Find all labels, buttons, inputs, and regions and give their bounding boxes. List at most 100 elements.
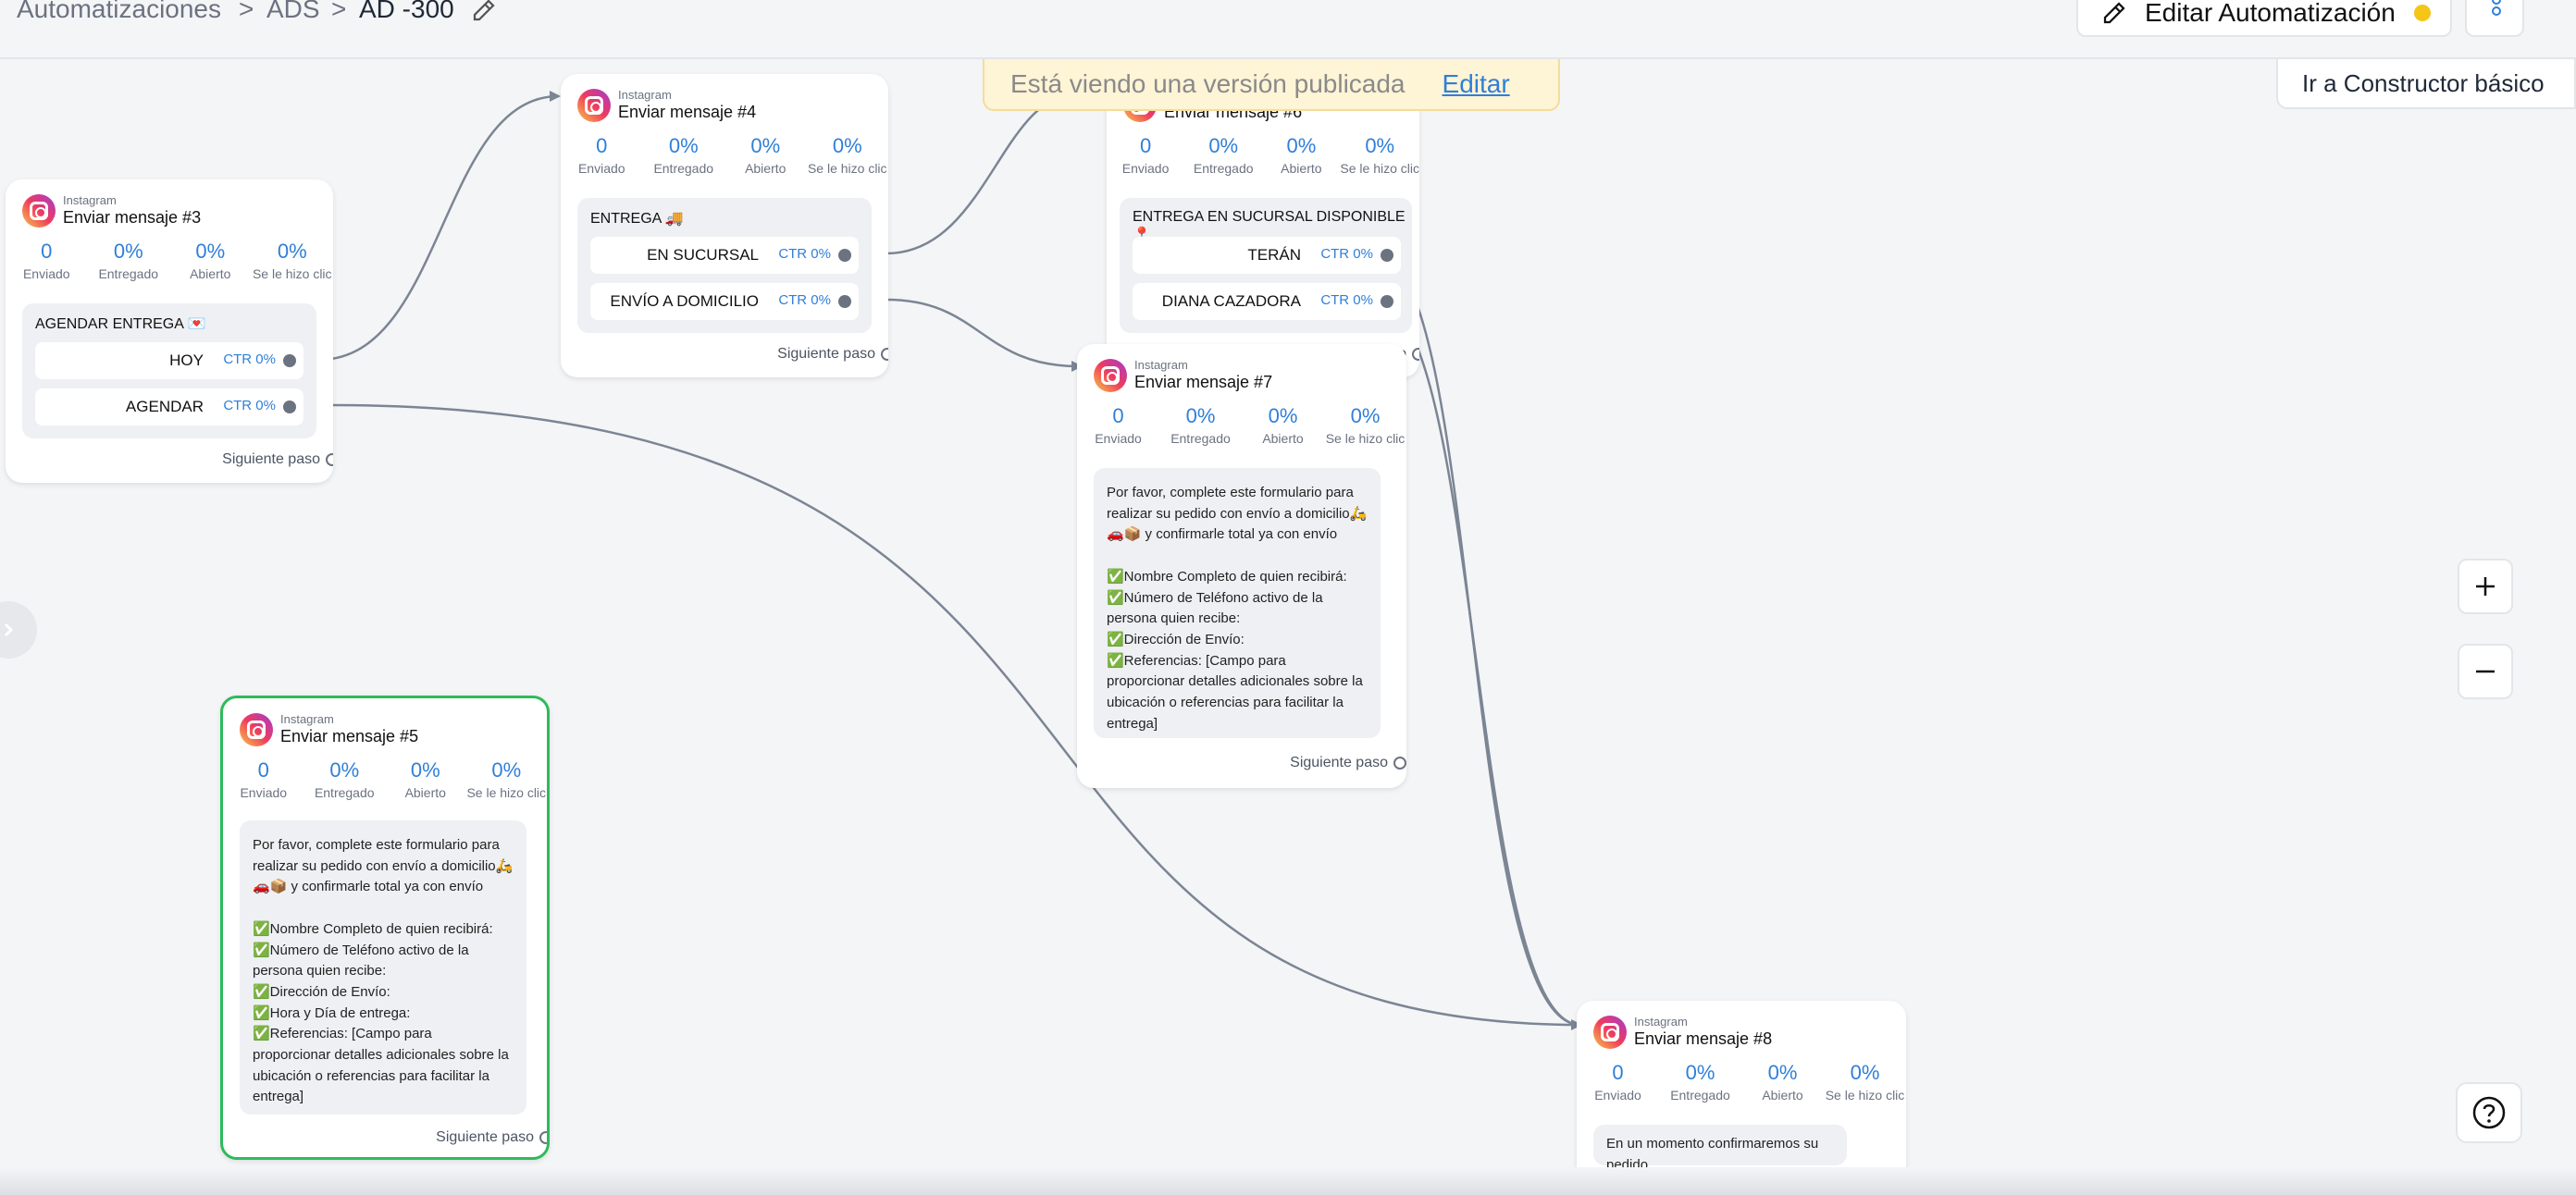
stat-value-sent: 0 <box>41 240 53 263</box>
stat-label: Abierto <box>1762 1088 1803 1103</box>
stat-value-delivered: 0% <box>329 758 360 782</box>
connection-handle[interactable] <box>1381 295 1393 308</box>
connection-handle[interactable] <box>283 354 296 367</box>
next-step-handle[interactable] <box>326 453 333 466</box>
stat-value-opened: 0% <box>750 134 781 157</box>
breadcrumb-separator: > <box>331 0 347 23</box>
node-stats: 0 Enviado 0% Entregado 0% Abierto 0% Se le h… <box>6 239 333 283</box>
node-stats: 0 Enviado 0% Entregado 0% Abierto 0% Se le h… <box>1577 1060 1906 1104</box>
platform-label: Instagram <box>618 88 672 102</box>
next-step-label: Siguiente paso <box>436 1129 534 1145</box>
ctr-value: CTR 0% <box>1317 292 1373 308</box>
stat-value-opened: 0% <box>195 240 226 263</box>
stat-label: Entregado <box>1670 1088 1730 1103</box>
node-header: Instagram Enviar mensaje #7 <box>1094 359 1272 392</box>
stat-label: Abierto <box>1262 431 1304 446</box>
pencil-icon[interactable] <box>470 0 498 24</box>
node-enviar-mensaje-8[interactable]: Instagram Enviar mensaje #8 0 Enviado 0% En… <box>1577 1001 1906 1195</box>
stat-value-clicked: 0% <box>277 240 307 263</box>
quick-reply-button[interactable]: DIANA CAZADORA CTR 0% <box>1133 283 1401 320</box>
breadcrumb-automations[interactable]: Automatizaciones <box>17 0 221 24</box>
stat-label: Se le hizo clic <box>466 785 547 800</box>
instagram-icon <box>577 89 611 122</box>
quick-reply-button[interactable]: ENVÍO A DOMICILIO CTR 0% <box>590 283 859 320</box>
basic-builder-button[interactable]: Ir a Constructor básico <box>2276 59 2576 109</box>
next-step[interactable]: Siguiente paso <box>1290 755 1406 771</box>
node-title: Enviar mensaje #4 <box>618 103 757 121</box>
stat-label: Enviado <box>22 266 70 281</box>
node-title: Enviar mensaje #5 <box>280 727 419 745</box>
stat-value-clicked: 0% <box>491 758 522 782</box>
edge-hoy-to-m4 <box>330 94 560 361</box>
stat-value-opened: 0% <box>1767 1061 1798 1084</box>
next-step-handle[interactable] <box>539 1131 547 1144</box>
breadcrumb-ads[interactable]: ADS <box>266 0 320 24</box>
stat-label: Enviado <box>1594 1088 1641 1103</box>
next-step-handle[interactable] <box>1393 757 1406 770</box>
node-enviar-mensaje-6[interactable]: InstagramEnviar mensaje #6 0Enviado 0%En… <box>1107 74 1419 377</box>
zoom-out-button[interactable] <box>2458 644 2513 699</box>
stat-label: Enviado <box>577 161 625 176</box>
node-enviar-mensaje-4[interactable]: Instagram Enviar mensaje #4 0 Enviado 0% En… <box>561 74 888 377</box>
edit-automation-button[interactable]: Editar Automatización <box>2076 0 2452 37</box>
stat-value-sent: 0 <box>257 758 269 782</box>
quick-reply-button[interactable]: EN SUCURSAL CTR 0% <box>590 237 859 274</box>
stat-label: Abierto <box>190 266 231 281</box>
stat-label: Entregado <box>653 161 714 176</box>
published-version-banner: Está viendo una versión publicada Editar <box>983 59 1560 111</box>
stat-value-opened: 0% <box>1268 404 1298 427</box>
connection-handle[interactable] <box>838 249 851 262</box>
stat-value-clicked: 0% <box>832 134 862 157</box>
node-enviar-mensaje-7[interactable]: Instagram Enviar mensaje #7 0 Enviado 0% En… <box>1077 344 1406 788</box>
node-enviar-mensaje-3[interactable]: Instagram Enviar mensaje #3 0 Enviado 0% En… <box>6 179 333 483</box>
next-step[interactable]: Siguiente paso <box>436 1129 547 1146</box>
pencil-icon <box>2103 2 2125 24</box>
stat-value-delivered: 0% <box>668 134 699 157</box>
stat-label: Abierto <box>745 161 786 176</box>
quick-reply-button[interactable]: AGENDAR CTR 0% <box>35 388 303 425</box>
stat-value-opened: 0% <box>1286 134 1317 157</box>
node-stats: 0 Enviado 0% Entregado 0% Abierto 0% Se le h… <box>223 758 547 802</box>
banner-text: Está viendo una versión publicada <box>1010 69 1406 98</box>
flow-canvas[interactable]: Instagram Enviar mensaje #3 0 Enviado 0% En… <box>0 0 2576 1195</box>
button-label: AGENDAR <box>125 398 204 415</box>
next-step[interactable]: Siguiente paso <box>222 451 333 468</box>
next-step-label: Siguiente paso <box>222 451 320 467</box>
stat-label: Entregado <box>98 266 159 281</box>
status-indicator <box>2413 5 2431 21</box>
help-button[interactable] <box>2456 1082 2522 1143</box>
next-step-handle[interactable] <box>881 348 888 361</box>
platform-label: Instagram <box>63 193 117 207</box>
quick-reply-button[interactable]: HOY CTR 0% <box>35 342 303 379</box>
ctr-value: CTR 0% <box>774 246 831 262</box>
stat-value-delivered: 0% <box>1185 404 1216 427</box>
connection-handle[interactable] <box>1381 249 1393 262</box>
stat-value-opened: 0% <box>410 758 440 782</box>
button-group-title: AGENDAR ENTREGA 💌 <box>35 316 206 332</box>
quick-reply-button[interactable]: TERÁN CTR 0% <box>1133 237 1401 274</box>
button-label: DIANA CAZADORA <box>1161 292 1301 310</box>
message-text: En un momento confirmaremos su pedido <box>1593 1125 1847 1173</box>
stat-value-clicked: 0% <box>1850 1061 1880 1084</box>
instagram-icon <box>1094 359 1127 392</box>
more-options-button[interactable] <box>2465 0 2524 37</box>
node-header: Instagram Enviar mensaje #4 <box>577 89 756 122</box>
next-step-label: Siguiente paso <box>1290 755 1388 770</box>
next-step[interactable]: Siguiente paso <box>777 346 888 363</box>
stat-label: Se le hizo clic <box>1825 1088 1905 1103</box>
stat-label: Entregado <box>1170 431 1231 446</box>
node-enviar-mensaje-5[interactable]: Instagram Enviar mensaje #5 0 Enviado 0% En… <box>220 696 550 1160</box>
banner-edit-link[interactable]: Editar <box>1443 69 1510 99</box>
zoom-in-button[interactable] <box>2458 559 2513 614</box>
button-label: ENVÍO A DOMICILIO <box>610 292 759 310</box>
stat-label: Entregado <box>1193 161 1254 176</box>
button-group: AGENDAR ENTREGA 💌 HOY CTR 0% AGENDAR CTR 0… <box>22 303 316 438</box>
connection-handle[interactable] <box>283 400 296 413</box>
ctr-value: CTR 0% <box>219 351 276 367</box>
connection-handle[interactable] <box>838 295 851 308</box>
next-step-handle[interactable] <box>1412 348 1419 361</box>
breadcrumb-current: AD -300 <box>359 0 454 23</box>
edge-sucursal-to-m6 <box>886 94 1065 255</box>
ctr-value: CTR 0% <box>774 292 831 308</box>
stat-value-sent: 0 <box>1612 1061 1624 1084</box>
